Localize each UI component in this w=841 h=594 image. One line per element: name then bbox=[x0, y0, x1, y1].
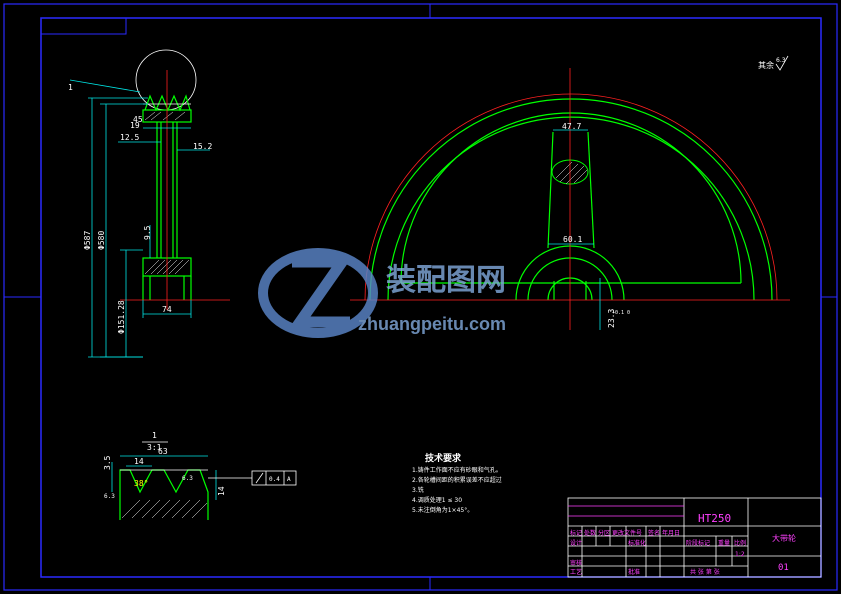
tb-craft: 工艺 bbox=[570, 568, 582, 576]
corner-box bbox=[40, 17, 127, 35]
tb-mark: 标记 bbox=[570, 529, 582, 537]
leader-label: 1 bbox=[68, 83, 73, 92]
tb-scale: 比例 bbox=[734, 539, 746, 547]
detail-scale-num: 1 bbox=[152, 431, 157, 440]
technical-requirements: 技术要求 1.铸件工作面不应有砂眼和气孔。 2.各轮槽间距的积累误差不应超过 3… bbox=[412, 452, 502, 514]
tb-part-name: 大带轮 bbox=[772, 533, 796, 543]
tb-checker: 审核 bbox=[570, 559, 582, 567]
tech-title: 技术要求 bbox=[425, 452, 462, 464]
tech-line-3: 3.铣 bbox=[412, 486, 424, 494]
detail-dim-14: 14 bbox=[134, 457, 144, 466]
tech-line-2: 2.各轮槽间距的积累误差不应超过 bbox=[412, 476, 502, 484]
tb-code: 01 bbox=[778, 563, 789, 573]
detail-angle-38: 38° bbox=[134, 479, 148, 488]
title-block: 标记 处数 分区 更改文件号 签名 年月日 设计 标准化 阶段标记 重量 比例 … bbox=[567, 497, 822, 578]
tolerance-value: 0.4 bbox=[269, 476, 280, 483]
dim-spoke-top: 47.7 bbox=[562, 122, 581, 131]
dim-12-5: 12.5 bbox=[120, 133, 139, 142]
detail-dim-14-right: 14 bbox=[217, 486, 226, 496]
detail-pitch-63: 63 bbox=[158, 447, 168, 456]
watermark-cn: 装配图网 bbox=[386, 263, 506, 298]
tech-line-4: 4.调质处理1 ≤ 30 bbox=[412, 496, 462, 504]
tb-stage-mark: 阶段标记 bbox=[686, 539, 710, 547]
dim-dia-587: Φ587 bbox=[83, 231, 92, 250]
dim-19: 19 bbox=[130, 121, 140, 130]
tb-std: 标准化 bbox=[628, 539, 646, 547]
tech-line-5: 5.未注倒角为1×45°。 bbox=[412, 506, 473, 514]
tb-approve: 批准 bbox=[628, 568, 640, 576]
tech-line-1: 1.铸件工作面不应有砂眼和气孔。 bbox=[412, 466, 502, 474]
dim-15-2: 15.2 bbox=[193, 142, 212, 151]
cad-drawing: 1 45 19 12.5 15.2 9.5 74 Φ587 Φ580 Φ151.… bbox=[3, 3, 838, 591]
dim-dia-151-28: Φ151.28 bbox=[117, 300, 126, 334]
tb-sheets: 共 张 第 张 bbox=[690, 568, 720, 576]
groove-detail-view: 1 3:1 63 14 3.5 38° 14 6.3 6.3 0.4 A bbox=[103, 431, 297, 520]
detail-roughness-left: 6.3 bbox=[104, 493, 115, 500]
tb-count: 处数 bbox=[584, 529, 596, 537]
dim-bottom-width: 74 bbox=[162, 305, 172, 314]
tb-date: 年月日 bbox=[662, 529, 680, 537]
tb-scale-val: 1:2 bbox=[735, 551, 745, 558]
detail-dim-3-5: 3.5 bbox=[103, 455, 112, 470]
tolerance-datum: A bbox=[287, 476, 291, 483]
side-section-view: 1 45 19 12.5 15.2 9.5 74 Φ587 Φ580 Φ151.… bbox=[68, 49, 230, 358]
tb-change-doc: 更改文件号 bbox=[612, 529, 642, 537]
detail-roughness-right: 6.3 bbox=[182, 475, 193, 482]
dim-dia-580: Φ580 bbox=[97, 231, 106, 250]
tb-designer: 设计 bbox=[570, 539, 582, 547]
watermark-en: zhuangpeitu.com bbox=[358, 314, 506, 334]
tb-sign: 签名 bbox=[648, 529, 660, 537]
tb-zone: 分区 bbox=[598, 529, 610, 537]
surface-finish-note: 其余 6.3 bbox=[758, 55, 789, 71]
watermark: 装配图网 zhuangpeitu.com bbox=[258, 248, 506, 338]
dim-9-5: 9.5 bbox=[143, 225, 152, 240]
dim-hub-key-tol: +0.1 0 bbox=[612, 310, 630, 316]
dim-spoke-bottom: 60.1 bbox=[563, 235, 582, 244]
tb-weight: 重量 bbox=[718, 539, 730, 547]
surface-note-label: 其余 bbox=[758, 60, 774, 70]
tb-material: HT250 bbox=[698, 512, 731, 525]
